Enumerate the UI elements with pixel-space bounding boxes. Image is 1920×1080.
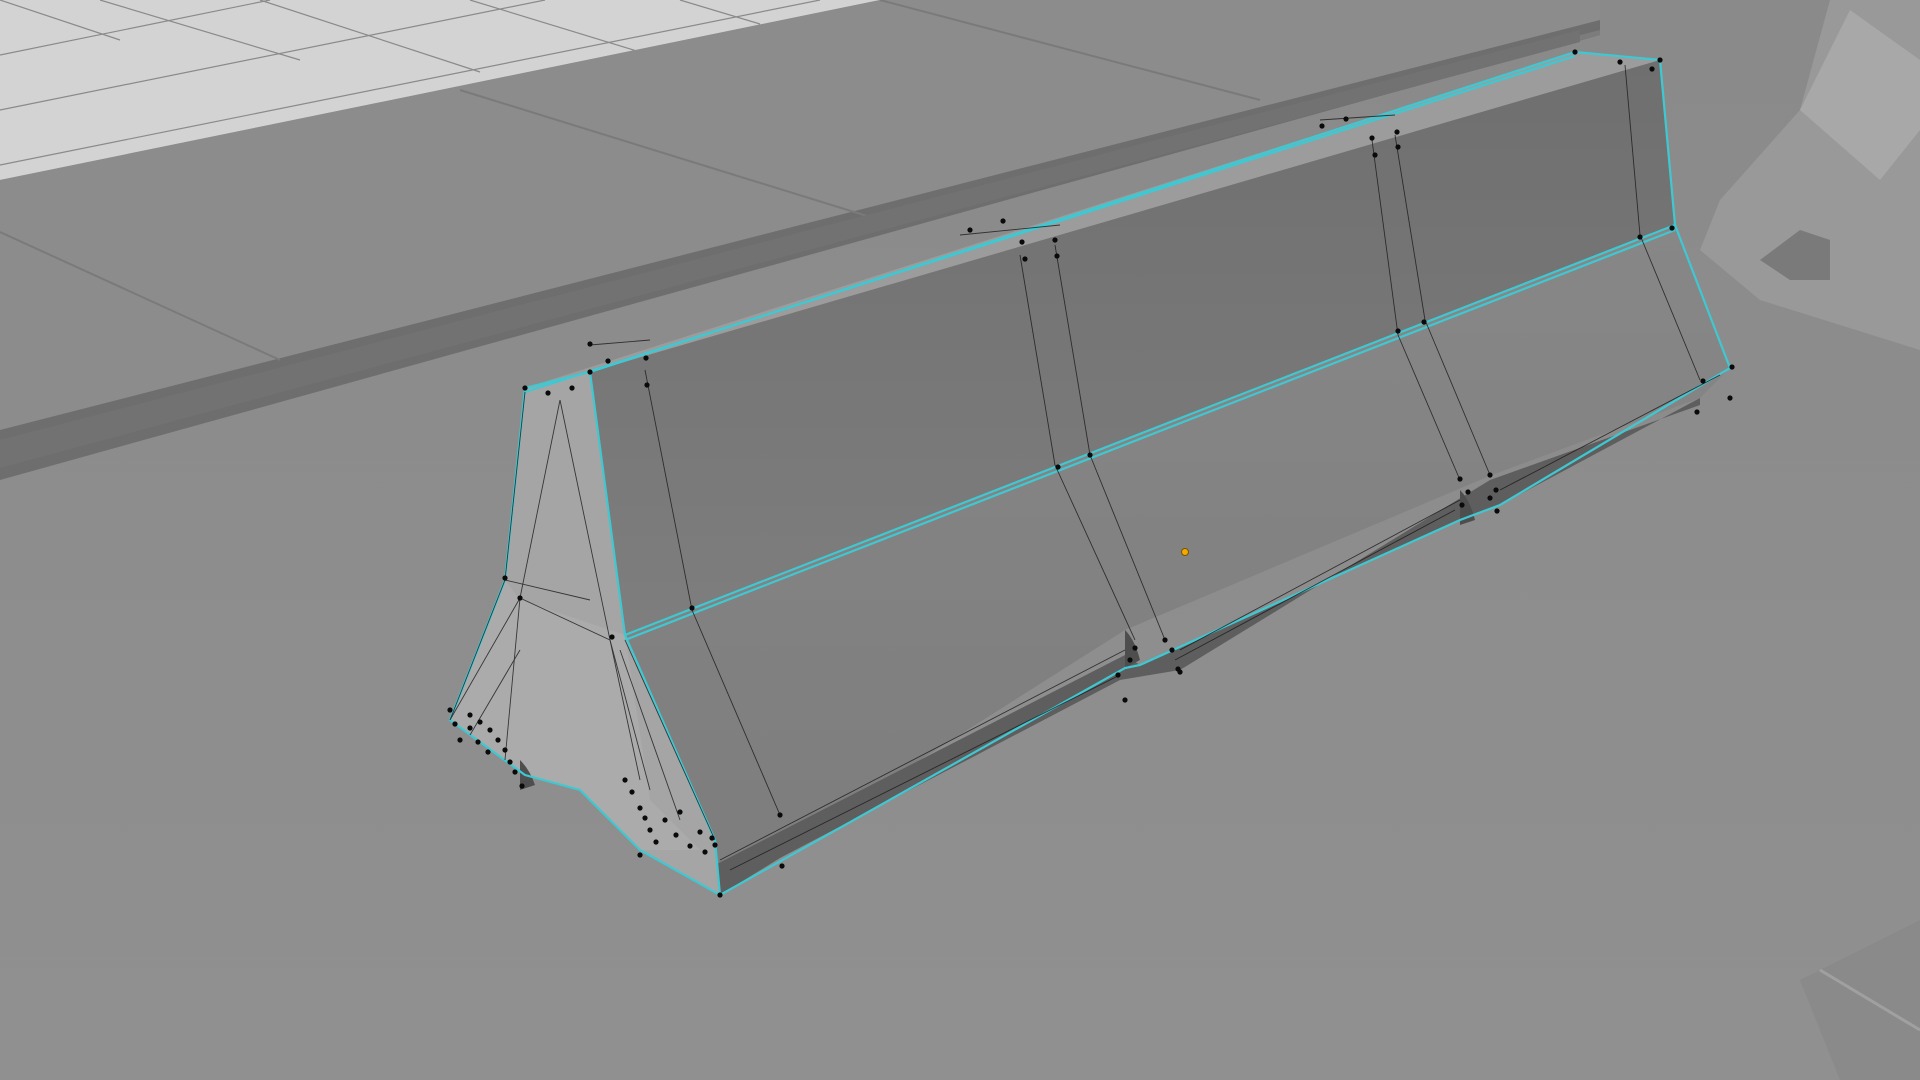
viewport-canvas[interactable] bbox=[0, 0, 1920, 1080]
pivot-point[interactable] bbox=[1181, 548, 1189, 556]
3d-viewport[interactable] bbox=[0, 0, 1920, 1080]
